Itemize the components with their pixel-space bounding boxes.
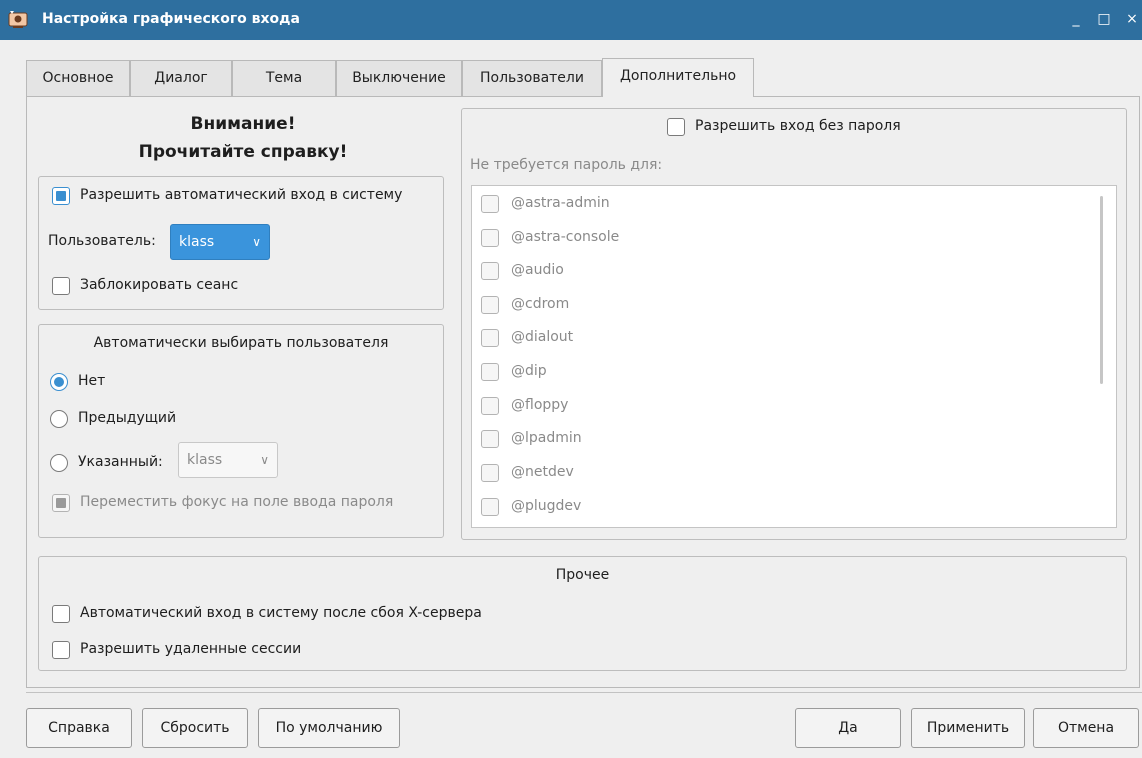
- list-item: @astra-console: [511, 229, 620, 245]
- autologin-user-select[interactable]: klass ∨: [170, 224, 270, 260]
- autologin-user-value: klass: [179, 234, 215, 250]
- list-item-checkbox[interactable]: [481, 296, 499, 314]
- list-item-checkbox[interactable]: [481, 498, 499, 516]
- list-item: @dialout: [511, 329, 574, 345]
- preselect-specified-radio[interactable]: [50, 454, 68, 472]
- list-item: @floppy: [511, 397, 569, 413]
- lock-session-label: Заблокировать сеанс: [80, 277, 239, 293]
- list-item-checkbox[interactable]: [481, 464, 499, 482]
- crash-autologin-checkbox[interactable]: [52, 605, 70, 623]
- ok-button[interactable]: Да: [795, 708, 901, 748]
- specified-user-value: klass: [187, 452, 223, 468]
- list-item: @plugdev: [511, 498, 582, 514]
- focus-password-checkbox[interactable]: [52, 494, 70, 512]
- tab-shutdown[interactable]: Выключение: [336, 60, 462, 96]
- reset-button[interactable]: Сбросить: [142, 708, 248, 748]
- apply-button[interactable]: Применить: [911, 708, 1025, 748]
- help-button[interactable]: Справка: [26, 708, 132, 748]
- focus-password-label: Переместить фокус на поле ввода пароля: [80, 494, 394, 510]
- preselect-none-radio[interactable]: [50, 373, 68, 391]
- list-item: @audio: [511, 262, 564, 278]
- tab-users[interactable]: Пользователи: [462, 60, 602, 96]
- remote-sessions-label: Разрешить удаленные сессии: [80, 641, 302, 657]
- nopass-checkbox[interactable]: [667, 118, 685, 136]
- nopass-list-label: Не требуется пароль для:: [470, 157, 663, 173]
- user-label: Пользователь:: [48, 233, 156, 249]
- specified-user-select[interactable]: klass ∨: [178, 442, 278, 478]
- list-item-checkbox[interactable]: [481, 430, 499, 448]
- list-item: @astra-admin: [511, 195, 610, 211]
- list-item: @netdev: [511, 464, 574, 480]
- list-item: @cdrom: [511, 296, 570, 312]
- dialog-window: Настройка графического входа _ □ × Основ…: [0, 0, 1142, 758]
- list-item: @lpadmin: [511, 430, 582, 446]
- tab-theme[interactable]: Тема: [232, 60, 336, 96]
- list-item-checkbox[interactable]: [481, 195, 499, 213]
- tab-dialog[interactable]: Диалог: [130, 60, 232, 96]
- list-item-checkbox[interactable]: [481, 397, 499, 415]
- autologin-checkbox[interactable]: [52, 187, 70, 205]
- preselect-previous-radio[interactable]: [50, 410, 68, 428]
- preselect-previous-label: Предыдущий: [78, 410, 177, 426]
- minimize-button[interactable]: _: [1066, 9, 1086, 29]
- login-settings-icon: [8, 10, 28, 30]
- chevron-down-icon: ∨: [260, 453, 269, 467]
- autologin-label: Разрешить автоматический вход в систему: [80, 187, 403, 203]
- window-title: Настройка графического входа: [42, 11, 300, 27]
- maximize-button[interactable]: □: [1094, 9, 1114, 29]
- list-item: @dip: [511, 363, 547, 379]
- misc-title: Прочее: [555, 567, 610, 583]
- crash-autologin-label: Автоматический вход в систему после сбоя…: [80, 605, 482, 621]
- defaults-button[interactable]: По умолчанию: [258, 708, 400, 748]
- nopass-label: Разрешить вход без пароля: [695, 118, 901, 134]
- close-button[interactable]: ×: [1122, 9, 1142, 29]
- list-item-checkbox[interactable]: [481, 363, 499, 381]
- preselect-specified-label: Указанный:: [78, 454, 163, 470]
- button-separator: [26, 692, 1142, 693]
- title-bar[interactable]: Настройка графического входа _ □ ×: [0, 0, 1142, 40]
- lock-session-checkbox[interactable]: [52, 277, 70, 295]
- list-scrollbar[interactable]: [1100, 196, 1103, 384]
- list-item-checkbox[interactable]: [481, 229, 499, 247]
- preselect-none-label: Нет: [78, 373, 106, 389]
- warning-line2: Прочитайте справку!: [138, 142, 348, 162]
- preselect-title: Автоматически выбирать пользователя: [93, 335, 389, 351]
- warning-text: Внимание! Прочитайте справку!: [36, 110, 450, 166]
- list-item-checkbox[interactable]: [481, 262, 499, 280]
- warning-line1: Внимание!: [190, 114, 296, 134]
- list-item-checkbox[interactable]: [481, 329, 499, 347]
- cancel-button[interactable]: Отмена: [1033, 708, 1139, 748]
- chevron-down-icon: ∨: [252, 235, 261, 249]
- tab-advanced[interactable]: Дополнительно: [602, 58, 754, 96]
- remote-sessions-checkbox[interactable]: [52, 641, 70, 659]
- tab-general[interactable]: Основное: [26, 60, 130, 96]
